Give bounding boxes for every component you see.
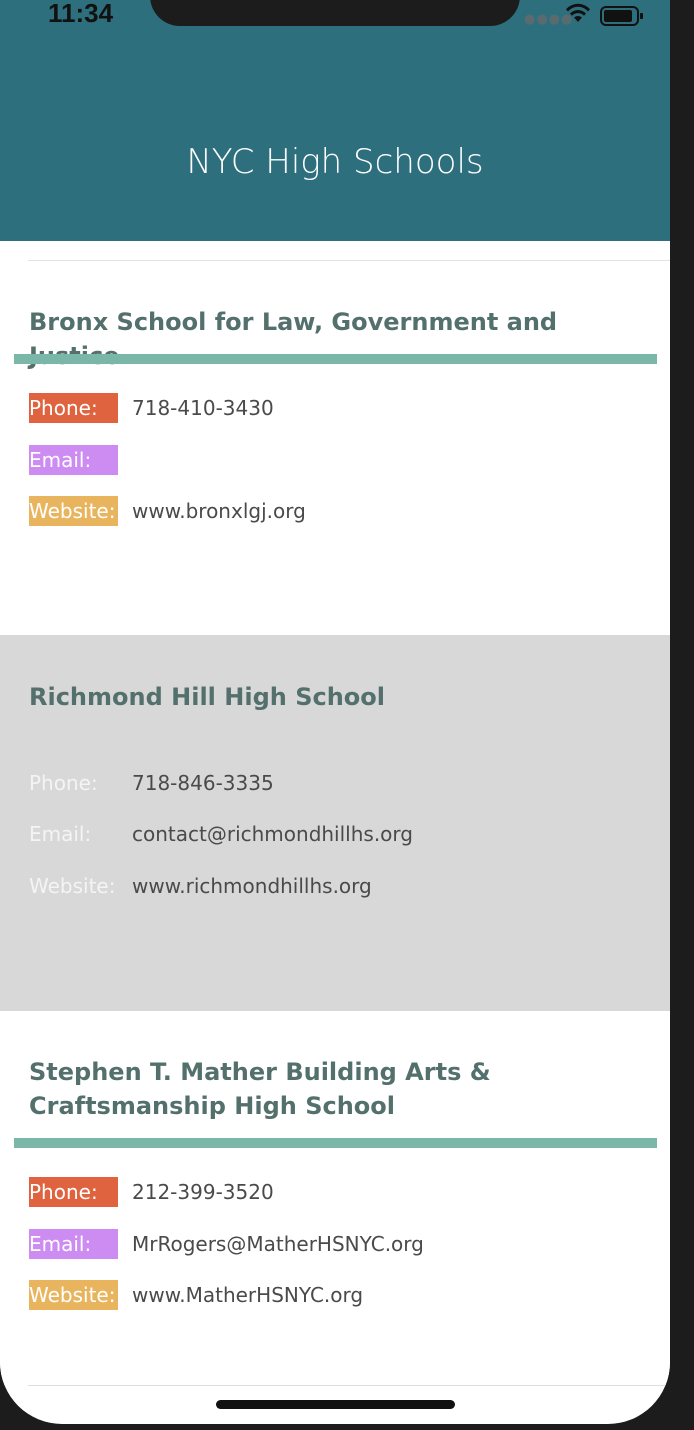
- phone-label: Phone:: [29, 1177, 118, 1207]
- wifi-icon: [566, 3, 590, 22]
- phone-value[interactable]: 718-410-3430: [132, 393, 274, 423]
- page-title: NYC High Schools: [186, 142, 484, 182]
- list-bottom-divider: [28, 1385, 670, 1386]
- website-label: Website:: [29, 1280, 118, 1310]
- website-value[interactable]: www.richmondhillhs.org: [132, 871, 372, 901]
- email-row: Email: contact@richmondhillhs.org: [29, 819, 649, 849]
- email-label: Email:: [29, 822, 92, 846]
- website-label: Website:: [29, 496, 118, 526]
- email-row: Email:: [29, 445, 649, 475]
- phone-value[interactable]: 212-399-3520: [132, 1177, 274, 1207]
- school-name: Stephen T. Mather Building Arts & Crafts…: [29, 1058, 491, 1120]
- phone-row: Phone: 718-410-3430: [29, 393, 649, 423]
- accent-divider: [14, 1138, 657, 1148]
- school-list-item-selected[interactable]: Richmond Hill High School Phone: 718-846…: [0, 635, 670, 1011]
- website-value[interactable]: www.MatherHSNYC.org: [132, 1280, 363, 1310]
- phone-value[interactable]: 718-846-3335: [132, 768, 274, 798]
- phone-label: Phone:: [29, 393, 118, 423]
- phone-row: Phone: 718-846-3335: [29, 768, 649, 798]
- website-row: Website: www.richmondhillhs.org: [29, 871, 649, 901]
- battery-icon: [600, 6, 643, 26]
- home-indicator[interactable]: [216, 1400, 455, 1409]
- app-screen: 11:34 ●●●● NYC High Schools Bronx School…: [0, 0, 670, 1424]
- website-row: Website: www.bronxlgj.org: [29, 496, 649, 526]
- device-notch: [150, 0, 520, 26]
- accent-divider: [14, 354, 657, 364]
- website-row: Website: www.MatherHSNYC.org: [29, 1280, 649, 1310]
- email-label: Email:: [29, 445, 118, 475]
- navigation-bar: 11:34 ●●●● NYC High Schools: [0, 0, 670, 241]
- status-time: 11:34: [48, 0, 114, 28]
- phone-label: Phone:: [29, 771, 98, 795]
- website-label: Website:: [29, 874, 116, 898]
- email-label: Email:: [29, 1229, 118, 1259]
- email-value[interactable]: MrRogers@MatherHSNYC.org: [132, 1229, 424, 1259]
- school-name: Richmond Hill High School: [29, 683, 385, 711]
- phone-row: Phone: 212-399-3520: [29, 1177, 649, 1207]
- school-list-item[interactable]: Bronx School for Law, Government and Jus…: [0, 261, 670, 635]
- email-row: Email: MrRogers@MatherHSNYC.org: [29, 1229, 649, 1259]
- website-value[interactable]: www.bronxlgj.org: [132, 496, 306, 526]
- email-value[interactable]: contact@richmondhillhs.org: [132, 819, 413, 849]
- school-list-item[interactable]: Stephen T. Mather Building Arts & Crafts…: [0, 1011, 670, 1385]
